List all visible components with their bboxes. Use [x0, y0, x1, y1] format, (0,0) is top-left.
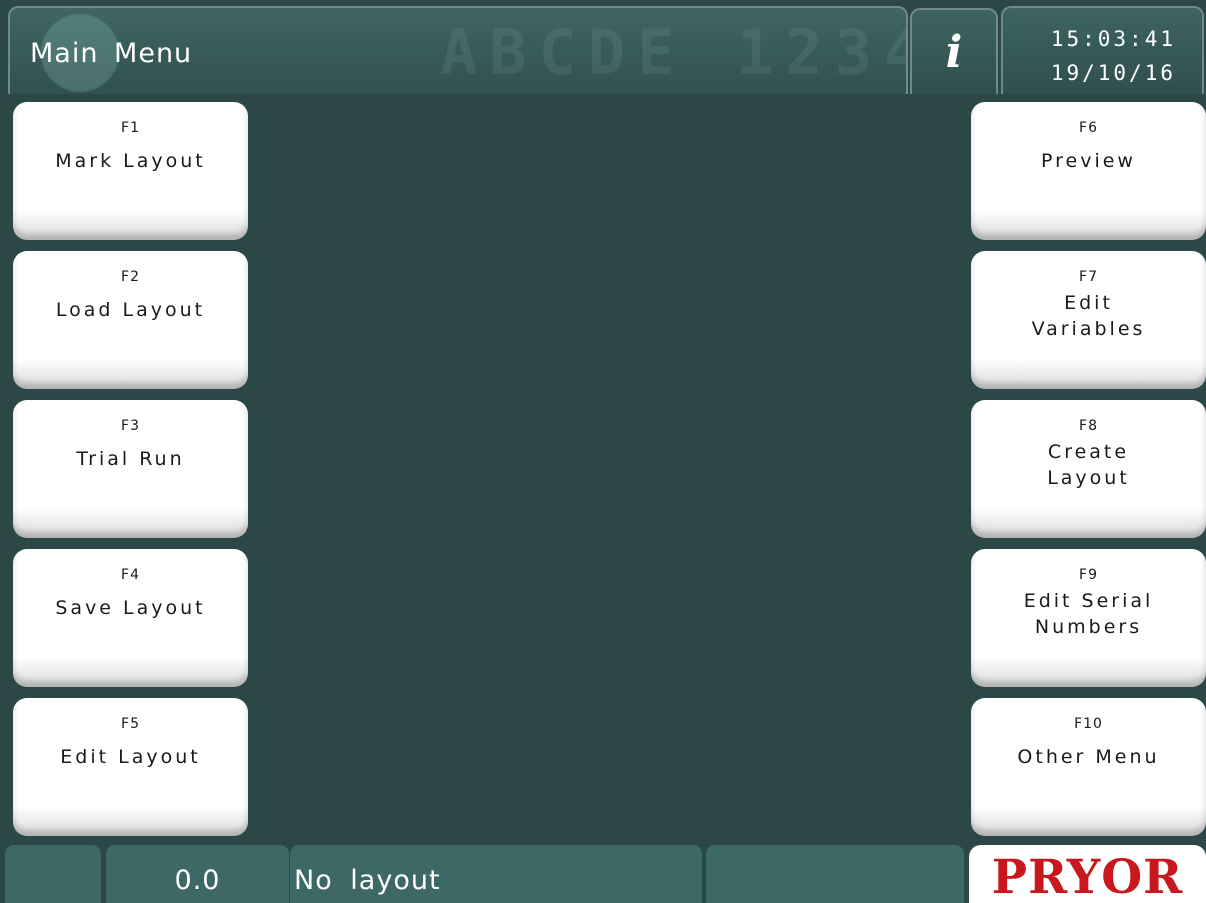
save-layout-button[interactable]: F4 Save Layout	[13, 549, 248, 687]
function-key-label: Other Menu	[1017, 746, 1160, 768]
title-panel: ABCDE 12345 Main Menu	[8, 6, 908, 94]
preview-button[interactable]: F6 Preview	[971, 102, 1206, 240]
function-key-number: F8	[1079, 418, 1098, 434]
function-key-number: F10	[1074, 716, 1103, 732]
mark-layout-button[interactable]: F1 Mark Layout	[13, 102, 248, 240]
edit-layout-button[interactable]: F5 Edit Layout	[13, 698, 248, 836]
edit-serial-numbers-button[interactable]: F9 Edit Serial Numbers	[971, 549, 1206, 687]
time-display: 15:03:41	[1050, 27, 1176, 51]
function-key-number: F3	[121, 418, 140, 434]
function-key-number: F5	[121, 716, 140, 732]
status-bar: 0.0 No layout PRYOR	[0, 845, 1206, 903]
clock-display: 15:03:41 19/10/16	[1001, 6, 1204, 94]
function-key-number: F6	[1079, 120, 1098, 136]
function-key-label: Create Layout	[1047, 441, 1130, 489]
function-key-label: Edit Serial Numbers	[1023, 590, 1154, 638]
function-key-number: F4	[121, 567, 140, 583]
background-watermark: ABCDE 12345	[440, 16, 906, 89]
function-key-label: Save Layout	[55, 597, 206, 619]
date-display: 19/10/16	[1050, 61, 1176, 85]
layout-status: No layout	[290, 845, 702, 903]
brand-logo: PRYOR	[969, 845, 1206, 903]
function-key-label: Edit Layout	[60, 746, 201, 768]
trial-run-button[interactable]: F3 Trial Run	[13, 400, 248, 538]
edit-variables-button[interactable]: F7 Edit Variables	[971, 251, 1206, 389]
page-title: Main Menu	[30, 38, 193, 69]
function-key-label: Edit Variables	[1031, 292, 1146, 340]
create-layout-button[interactable]: F8 Create Layout	[971, 400, 1206, 538]
function-key-label: Load Layout	[55, 299, 206, 321]
status-value: 0.0	[106, 845, 289, 903]
function-key-number: F1	[121, 120, 140, 136]
brand-logo-text: PRYOR	[991, 850, 1184, 903]
function-key-label: Trial Run	[76, 448, 185, 470]
function-key-label: Preview	[1041, 150, 1136, 172]
function-key-number: F9	[1079, 567, 1098, 583]
function-key-number: F7	[1079, 269, 1098, 285]
function-key-label: Mark Layout	[55, 150, 206, 172]
other-menu-button[interactable]: F10 Other Menu	[971, 698, 1206, 836]
info-button[interactable]: i	[910, 8, 998, 94]
status-segment-empty	[706, 845, 964, 903]
function-key-number: F2	[121, 269, 140, 285]
header-bar: ABCDE 12345 Main Menu i 15:03:41 19/10/1…	[0, 0, 1206, 97]
info-icon: i	[945, 26, 963, 78]
load-layout-button[interactable]: F2 Load Layout	[13, 251, 248, 389]
status-segment-empty	[5, 845, 101, 903]
